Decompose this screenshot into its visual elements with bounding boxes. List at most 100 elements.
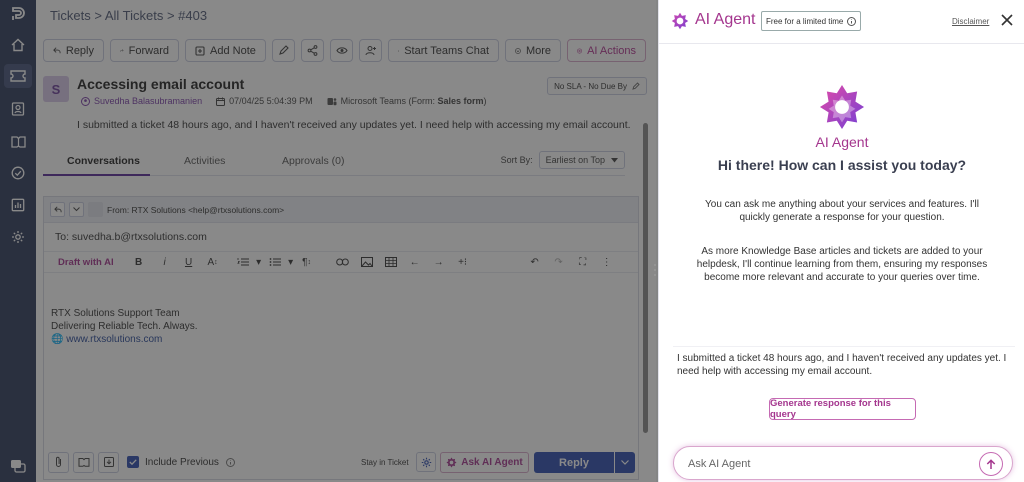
requester[interactable]: Suvedha Balasubramanien bbox=[81, 96, 202, 106]
pencil-icon bbox=[632, 82, 640, 90]
panel-header: AI Agent Free for a limited time Disclai… bbox=[659, 0, 1024, 44]
view-button[interactable] bbox=[330, 39, 353, 62]
generate-response-button[interactable]: Generate response for this query bbox=[769, 398, 916, 420]
paperclip-icon bbox=[56, 456, 61, 467]
scrollbar[interactable] bbox=[641, 116, 649, 446]
chat-icon[interactable] bbox=[8, 456, 28, 476]
sort-by: Sort By: Earliest on Top bbox=[501, 151, 625, 169]
app-logo-icon[interactable] bbox=[8, 4, 28, 24]
editor-from-bar: From: RTX Solutions <help@rtxsolutions.c… bbox=[44, 197, 638, 223]
include-previous-checkbox[interactable] bbox=[127, 456, 139, 468]
tab-activities[interactable]: Activities bbox=[184, 155, 225, 167]
tickets-icon[interactable] bbox=[4, 64, 32, 88]
send-reply-button[interactable]: Reply bbox=[534, 452, 614, 473]
reports-icon[interactable] bbox=[8, 195, 28, 215]
created-datetime: 07/04/25 5:04:39 PM bbox=[229, 96, 313, 106]
settings-icon[interactable] bbox=[8, 227, 28, 247]
reply-type-dropdown[interactable] bbox=[69, 202, 84, 217]
reply-options-dropdown[interactable] bbox=[615, 452, 635, 473]
more-button[interactable]: More bbox=[505, 39, 561, 62]
ai-actions-button[interactable]: AI Actions bbox=[567, 39, 646, 62]
to-address[interactable]: To: suvedha.b@rtxsolutions.com bbox=[55, 231, 207, 243]
from-address: From: RTX Solutions <help@rtxsolutions.c… bbox=[107, 204, 285, 215]
undo-icon[interactable]: ↶ bbox=[524, 254, 546, 270]
draft-with-ai-button[interactable]: Draft with AI bbox=[58, 257, 114, 268]
sort-select[interactable]: Earliest on Top bbox=[538, 151, 625, 169]
signature-url[interactable]: 🌐 www.rtxsolutions.com bbox=[51, 333, 198, 346]
reply-type-button[interactable] bbox=[50, 202, 65, 217]
add-user-icon bbox=[365, 46, 376, 56]
knowledge-base-icon[interactable] bbox=[8, 131, 28, 151]
breadcrumb-tickets[interactable]: Tickets bbox=[50, 8, 91, 23]
reply-button[interactable]: Reply bbox=[43, 39, 104, 62]
note-icon bbox=[195, 45, 205, 56]
forward-label: Forward bbox=[128, 44, 169, 57]
gear-icon bbox=[421, 457, 431, 467]
resize-handle[interactable] bbox=[653, 263, 657, 277]
expand-icon[interactable]: ⛶ bbox=[572, 254, 594, 270]
chevron-down-icon[interactable]: ▾ bbox=[286, 254, 296, 270]
chevron-down-icon[interactable]: ▾ bbox=[254, 254, 264, 270]
link-icon[interactable] bbox=[332, 254, 354, 270]
breadcrumb-separator: > bbox=[90, 8, 105, 23]
ask-ai-agent-button[interactable]: Ask AI Agent bbox=[440, 452, 529, 473]
info-icon[interactable] bbox=[847, 16, 857, 26]
ticket-subject: Accessing email account bbox=[77, 76, 245, 92]
sort-label: Sort By: bbox=[500, 155, 533, 165]
more-options-icon[interactable]: ⋮ bbox=[596, 254, 618, 270]
breadcrumb-ticket-id: #403 bbox=[178, 8, 208, 23]
paragraph-icon[interactable]: ¶ ↕ bbox=[296, 254, 318, 270]
contacts-icon[interactable] bbox=[8, 99, 28, 119]
free-badge: Free for a limited time bbox=[761, 11, 862, 31]
chevron-down-icon bbox=[621, 460, 629, 465]
ticket-toolbar: Reply Forward Add Note Start Teams Chat bbox=[43, 39, 646, 63]
stay-in-ticket-settings-button[interactable] bbox=[416, 452, 436, 472]
font-size-icon[interactable]: A ↕ bbox=[202, 254, 224, 270]
chevron-down-icon bbox=[73, 207, 80, 212]
underline-icon[interactable]: U bbox=[178, 254, 200, 270]
add-watcher-button[interactable] bbox=[359, 39, 382, 62]
eye-icon bbox=[335, 47, 348, 54]
outdent-icon[interactable]: ← bbox=[404, 254, 426, 270]
suggested-query: I submitted a ticket 48 hours ago, and I… bbox=[673, 346, 1015, 384]
close-icon[interactable] bbox=[1000, 13, 1014, 27]
ask-ai-agent-label: Ask AI Agent bbox=[461, 457, 523, 468]
forward-button[interactable]: Forward bbox=[110, 39, 179, 62]
start-teams-chat-button[interactable]: Start Teams Chat bbox=[388, 39, 499, 62]
tab-approvals[interactable]: Approvals (0) bbox=[282, 155, 344, 167]
scrollbar-thumb[interactable] bbox=[643, 123, 648, 433]
tab-conversations[interactable]: Conversations bbox=[67, 155, 140, 167]
send-button[interactable] bbox=[979, 452, 1003, 476]
canned-response-button[interactable] bbox=[98, 451, 119, 473]
add-note-button[interactable]: Add Note bbox=[185, 39, 266, 62]
teams-icon bbox=[398, 50, 400, 51]
insert-icon bbox=[103, 457, 114, 467]
redo-icon[interactable]: ↷ bbox=[548, 254, 570, 270]
sla-badge[interactable]: No SLA - No Due By bbox=[547, 77, 647, 95]
image-icon[interactable] bbox=[356, 254, 378, 270]
insert-kb-button[interactable] bbox=[73, 451, 94, 473]
ordered-list-icon[interactable] bbox=[232, 254, 254, 270]
edit-button[interactable] bbox=[272, 39, 295, 62]
attach-button[interactable] bbox=[48, 451, 69, 473]
italic-icon[interactable]: i bbox=[154, 254, 176, 270]
disclaimer-link[interactable]: Disclaimer bbox=[952, 17, 989, 26]
table-icon[interactable] bbox=[380, 254, 402, 270]
share-button[interactable] bbox=[301, 39, 324, 62]
insert-placeholder-icon[interactable]: +⁝ bbox=[452, 254, 474, 270]
reply-icon bbox=[53, 47, 61, 54]
include-previous-label: Include Previous bbox=[145, 456, 219, 468]
add-note-label: Add Note bbox=[210, 44, 256, 57]
bold-icon[interactable]: B bbox=[128, 254, 150, 270]
tasks-icon[interactable] bbox=[8, 163, 28, 183]
ask-ai-agent-input[interactable] bbox=[688, 455, 958, 473]
ai-agent-logo bbox=[819, 84, 865, 130]
breadcrumb-all-tickets[interactable]: All Tickets bbox=[105, 8, 164, 23]
signature: RTX Solutions Support Team Delivering Re… bbox=[51, 307, 198, 346]
share-icon bbox=[307, 45, 318, 56]
user-icon bbox=[81, 96, 90, 106]
bullet-list-icon[interactable] bbox=[264, 254, 286, 270]
ai-actions-icon bbox=[577, 48, 582, 53]
home-icon[interactable] bbox=[8, 35, 28, 55]
indent-icon[interactable]: → bbox=[428, 254, 450, 270]
